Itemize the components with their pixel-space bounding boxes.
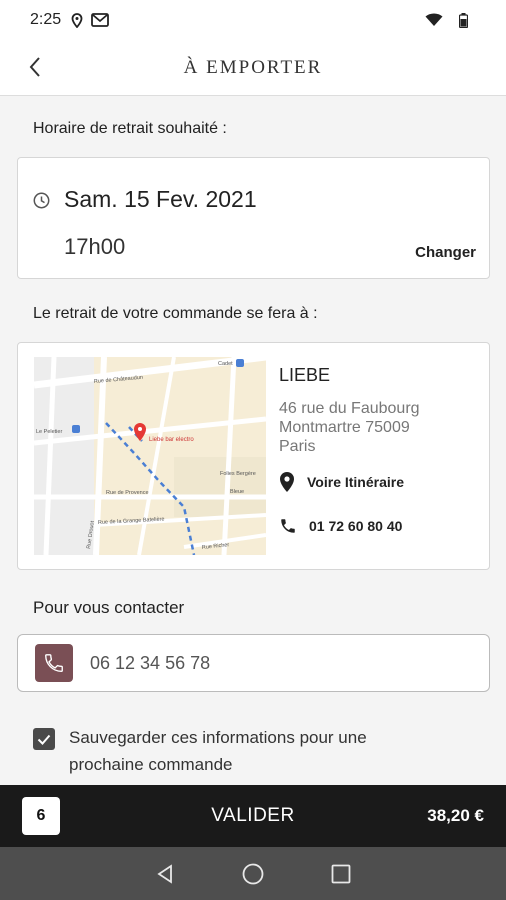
status-bar: 2:25: [0, 0, 506, 40]
battery-icon: [459, 12, 468, 28]
map-street-label: Rue de Provence: [106, 490, 149, 496]
gmail-icon: [91, 13, 110, 27]
check-icon: [37, 734, 51, 745]
contact-phone-field: [17, 634, 490, 692]
status-time: 2:25: [30, 11, 62, 28]
map-street-label: Cadet: [218, 361, 233, 367]
contact-phone-input[interactable]: [90, 652, 450, 674]
nav-home-icon: [242, 863, 264, 884]
map-street-label: Bleue: [230, 489, 244, 495]
save-info-row: Sauvegarder ces informations pour une pr…: [33, 724, 429, 778]
phone-icon: [45, 654, 63, 672]
store-phone-link[interactable]: 01 72 60 80 40: [279, 517, 402, 535]
save-info-label: Sauvegarder ces informations pour une pr…: [69, 728, 367, 774]
store-name: LIEBE: [279, 365, 331, 385]
pickup-time: 17h00: [64, 234, 126, 259]
store-map[interactable]: Liebe bar electro Cadet Rue de Châteaudu…: [34, 357, 266, 555]
phone-icon: [281, 519, 295, 533]
change-time-button[interactable]: Changer: [415, 244, 476, 261]
nav-back-icon: [157, 863, 172, 884]
back-button[interactable]: [18, 50, 52, 84]
system-nav-bar: [0, 847, 506, 900]
location-section-label: Le retrait de votre commande se fera à :: [33, 305, 318, 322]
page-title: À EMPORTER: [183, 56, 323, 78]
nav-back-button[interactable]: [150, 859, 180, 889]
nav-recents-button[interactable]: [326, 859, 356, 889]
wifi-icon: [425, 13, 443, 27]
save-info-checkbox[interactable]: [33, 728, 55, 750]
nav-recents-icon: [331, 864, 351, 883]
validate-button[interactable]: 6 VALIDER 38,20 €: [0, 785, 506, 847]
address-line: Paris: [279, 438, 316, 455]
pickup-section-label: Horaire de retrait souhaité :: [33, 120, 227, 137]
store-location-card: Liebe bar electro Cadet Rue de Châteaudu…: [17, 342, 490, 570]
back-arrow-icon: [29, 57, 40, 77]
app-header: À EMPORTER: [0, 40, 506, 96]
contact-section-label: Pour vous contacter: [33, 598, 185, 617]
pickup-time-card: Sam. 15 Fev. 2021 17h00 Changer: [17, 157, 490, 279]
clock-icon: [33, 192, 50, 214]
map-pin-label: Liebe bar electro: [149, 437, 194, 443]
store-address: 46 rue du Faubourg Montmartre 75009 Pari…: [279, 399, 479, 456]
store-phone: 01 72 60 80 40: [309, 518, 403, 534]
address-line: 46 rue du Faubourg: [279, 400, 420, 417]
total-price: 38,20 €: [427, 806, 484, 825]
map-street-label: Folies Bergère: [220, 471, 256, 477]
address-line: Montmartre 75009: [279, 419, 410, 436]
location-status-icon: [71, 12, 83, 28]
nav-home-button[interactable]: [238, 859, 268, 889]
map-pin-icon: [280, 472, 294, 492]
map-street-label: Le Peletier: [36, 429, 62, 435]
pickup-date: Sam. 15 Fev. 2021: [64, 186, 257, 212]
itinerary-link[interactable]: Voire Itinéraire: [279, 471, 404, 493]
itinerary-label: Voire Itinéraire: [307, 474, 405, 490]
phone-badge: [35, 644, 73, 682]
